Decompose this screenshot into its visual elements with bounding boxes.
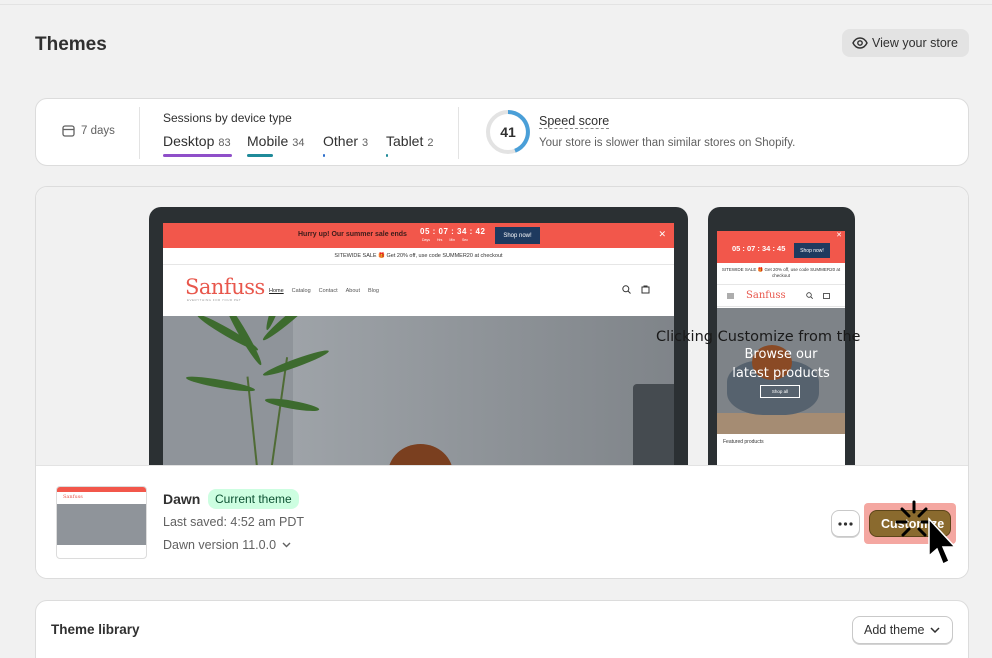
hero-image bbox=[163, 316, 674, 465]
featured-products-heading: Featured products bbox=[723, 439, 764, 445]
cart-icon bbox=[823, 293, 830, 299]
device-tablet-underline bbox=[386, 154, 388, 157]
theme-version: Dawn version 11.0.0 bbox=[163, 538, 277, 552]
device-other[interactable]: Other 3 bbox=[323, 133, 368, 149]
device-mobile[interactable]: Mobile 34 bbox=[247, 133, 305, 149]
device-tablet[interactable]: Tablet 2 bbox=[386, 133, 433, 149]
last-saved: Last saved: 4:52 am PDT bbox=[163, 515, 305, 529]
more-actions-button[interactable] bbox=[831, 510, 860, 537]
date-range-button[interactable]: 7 days bbox=[62, 124, 115, 137]
theme-preview[interactable]: Hurry up! Our summer sale ends 05 : 07 :… bbox=[36, 187, 968, 465]
thumbnail-logo: Sanfuss bbox=[63, 494, 83, 500]
desktop-preview-screen: Hurry up! Our summer sale ends 05 : 07 :… bbox=[163, 223, 674, 465]
promo-text: Hurry up! Our summer sale ends bbox=[298, 231, 407, 238]
top-divider bbox=[0, 4, 992, 5]
theme-info: Sanfuss Dawn Current theme Last saved: 4… bbox=[36, 465, 968, 578]
store-logo: Sanfuss bbox=[185, 275, 265, 299]
announcement-bar: Hurry up! Our summer sale ends 05 : 07 :… bbox=[163, 223, 674, 248]
theme-library-card: Theme library Add theme bbox=[35, 600, 969, 658]
nav-link: Blog bbox=[367, 288, 379, 294]
device-count: 2 bbox=[427, 137, 434, 149]
hero-sofa bbox=[633, 384, 674, 465]
mobile-store-logo: Sanfuss bbox=[746, 290, 786, 301]
thumbnail-announcement bbox=[57, 487, 146, 492]
theme-version-toggle[interactable]: Dawn version 11.0.0 bbox=[163, 538, 291, 552]
desktop-preview: Hurry up! Our summer sale ends 05 : 07 :… bbox=[149, 207, 688, 465]
store-logo-tagline: EVERYTHING FOR YOUR PET bbox=[187, 298, 242, 302]
shop-all-button: Shop all bbox=[760, 385, 800, 398]
shop-now-button: Shop now! bbox=[495, 227, 540, 244]
nav-link: Catalog bbox=[291, 288, 311, 294]
add-theme-button[interactable]: Add theme bbox=[852, 616, 953, 644]
device-count: 3 bbox=[362, 137, 369, 149]
hero-wall bbox=[293, 316, 674, 465]
device-label: Tablet bbox=[386, 133, 424, 149]
view-store-button[interactable]: View your store bbox=[842, 29, 969, 57]
mobile-shop-now-button: Shop now! bbox=[794, 243, 830, 258]
nav-link: Contact bbox=[318, 288, 338, 294]
chevron-down-icon bbox=[930, 627, 940, 633]
mobile-countdown-timer: 05 : 07 : 34 : 45 bbox=[732, 244, 786, 253]
divider bbox=[458, 107, 459, 159]
page-title: Themes bbox=[35, 34, 107, 55]
divider bbox=[139, 107, 140, 159]
current-theme-badge: Current theme bbox=[208, 489, 299, 509]
store-header-icons bbox=[622, 285, 650, 294]
nav-link: About bbox=[345, 288, 360, 294]
add-theme-label: Add theme bbox=[864, 623, 925, 637]
device-label: Other bbox=[323, 133, 359, 149]
theme-library-title: Theme library bbox=[51, 622, 140, 637]
chevron-down-icon bbox=[282, 542, 291, 548]
close-icon: ✕ bbox=[658, 229, 666, 239]
sitewide-banner: SITEWIDE SALE 🎁 Get 20% off, use code SU… bbox=[163, 248, 674, 265]
store-nav: Home Catalog Contact About Blog bbox=[269, 288, 379, 294]
thumbnail-hero bbox=[57, 504, 146, 545]
mobile-sitewide-banner: SITEWIDE SALE 🎁 Get 20% off, use code SU… bbox=[717, 263, 845, 285]
device-desktop-underline bbox=[163, 154, 232, 157]
calendar-icon bbox=[62, 125, 75, 137]
mouse-cursor-icon bbox=[895, 500, 957, 566]
speed-score-description: Your store is slower than similar stores… bbox=[539, 137, 796, 149]
device-other-underline bbox=[323, 154, 325, 157]
speed-score-link[interactable]: Speed score bbox=[539, 114, 610, 129]
speed-score-value: 41 bbox=[500, 124, 516, 140]
sessions-title: Sessions by device type bbox=[163, 111, 292, 125]
nav-link: Home bbox=[269, 288, 284, 294]
analytics-card: 7 days Sessions by device type Desktop 83… bbox=[35, 98, 969, 166]
device-count: 83 bbox=[218, 137, 231, 149]
cart-icon bbox=[641, 285, 650, 294]
mobile-hero-floor bbox=[717, 413, 845, 434]
device-mobile-underline bbox=[247, 154, 273, 157]
mobile-store-header: Sanfuss bbox=[717, 285, 845, 307]
search-icon bbox=[806, 292, 813, 299]
hero-caption: Browse our latest products bbox=[732, 347, 830, 381]
date-range-label: 7 days bbox=[81, 124, 115, 137]
device-label: Desktop bbox=[163, 133, 215, 149]
mobile-announcement-bar: 05 : 07 : 34 : 45 Shop now! ✕ bbox=[717, 231, 845, 263]
theme-thumbnail: Sanfuss bbox=[56, 486, 147, 559]
close-icon: ✕ bbox=[836, 232, 842, 239]
current-theme-card: Hurry up! Our summer sale ends 05 : 07 :… bbox=[35, 186, 969, 579]
plant-leaf bbox=[222, 316, 265, 367]
plant-leaf bbox=[185, 373, 256, 394]
menu-icon bbox=[727, 293, 734, 299]
device-label: Mobile bbox=[247, 133, 289, 149]
search-icon bbox=[622, 285, 631, 294]
eye-icon bbox=[852, 37, 868, 49]
device-desktop[interactable]: Desktop 83 bbox=[163, 133, 231, 149]
theme-name: Dawn bbox=[163, 491, 201, 507]
countdown-labels: Days Hrs Min Sec bbox=[422, 238, 469, 242]
ellipsis-icon bbox=[838, 521, 853, 526]
store-header: Sanfuss EVERYTHING FOR YOUR PET Home Cat… bbox=[163, 265, 674, 316]
tutorial-caption: Clicking Customize from the bbox=[656, 329, 861, 345]
device-count: 34 bbox=[292, 137, 305, 149]
view-store-label: View your store bbox=[872, 36, 958, 50]
countdown-timer: 05 : 07 : 34 : 42 bbox=[420, 227, 486, 236]
